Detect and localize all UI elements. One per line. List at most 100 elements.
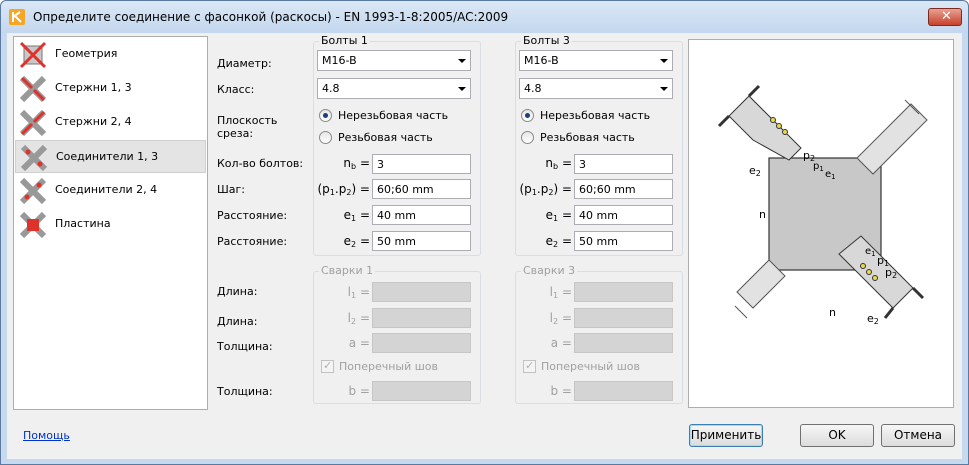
class-label: Класс:: [217, 83, 255, 96]
checkmark-icon: ✓: [525, 359, 535, 372]
sidebar-item-connectors-1-3[interactable]: Соединители 1, 3: [15, 140, 206, 173]
l1-sub: 1: [351, 291, 357, 300]
e1-sub: 1: [553, 214, 559, 223]
bolts-1-unthreaded-radio[interactable]: [319, 109, 332, 122]
l1-symbol: l1 =: [539, 285, 572, 300]
sidebar-item-members-1-3[interactable]: Стержни 1, 3: [15, 72, 206, 105]
welds-3-a-input[interactable]: [574, 333, 673, 353]
app-logo-icon: [9, 9, 25, 25]
length-l2-label: Длина:: [217, 315, 258, 328]
p-symbol: (p1.p2) =: [517, 182, 573, 197]
sidebar-item-label: Соединители 1, 3: [56, 150, 159, 163]
sidebar-item-label: Соединители 2, 4: [55, 183, 158, 196]
field-value: 3: [579, 158, 586, 171]
welds-3-transverse-checkbox[interactable]: ✓: [523, 359, 536, 373]
welds-1-b-input[interactable]: [372, 381, 471, 401]
shear-plane-label-2: среза:: [217, 127, 254, 140]
bolts-1-unthreaded-label[interactable]: Нерезьбовая часть: [338, 109, 448, 122]
field-value: 50 mm: [579, 235, 618, 248]
eq-sign: =: [561, 311, 572, 325]
bolts-1-threaded-label[interactable]: Резьбовая часть: [338, 131, 433, 144]
eq-sign: =: [359, 311, 370, 325]
sidebar-item-connectors-2-4[interactable]: Соединители 2, 4: [15, 174, 206, 207]
window-title: Определите соединение с фасонкой (раскос…: [33, 10, 509, 24]
l2-symbol: l2 =: [539, 311, 572, 326]
bolts-3-e1-input[interactable]: 40 mm: [574, 205, 673, 225]
nb-symbol: nb =: [539, 156, 572, 171]
b-symbol: b =: [348, 384, 371, 398]
diagonal-member-4: [734, 259, 786, 319]
welds-3-b-input[interactable]: [574, 381, 673, 401]
ok-button[interactable]: OK: [800, 424, 874, 447]
field-value: 50 mm: [377, 235, 416, 248]
connectors-icon: [19, 177, 47, 205]
thickness-a-label: Толщина:: [217, 340, 273, 353]
thickness-b-label: Толщина:: [217, 385, 273, 398]
welds-1-l1-input[interactable]: [372, 282, 471, 302]
bolts-1-diameter-select[interactable]: M16-B: [317, 50, 471, 71]
welds-1-transverse-checkbox[interactable]: ✓: [321, 359, 334, 373]
a-symbol: a =: [348, 336, 370, 350]
welds-1-a-input[interactable]: [372, 333, 471, 353]
help-link[interactable]: Помощь: [23, 429, 70, 442]
bolts-3-unthreaded-label[interactable]: Нерезьбовая часть: [540, 109, 650, 122]
members-icon: [19, 109, 47, 137]
dialog-window: Определите соединение с фасонкой (раскос…: [0, 0, 969, 465]
eq-sign: =: [561, 208, 572, 222]
pitch-label: Шаг:: [217, 183, 245, 196]
welds-3-l1-input[interactable]: [574, 282, 673, 302]
sidebar-item-label: Пластина: [55, 217, 111, 230]
bolt: [782, 129, 788, 135]
p-symbol: (p1.p2) =: [315, 182, 371, 197]
close-button[interactable]: ✕: [928, 8, 962, 26]
bolts-3-threaded-radio[interactable]: [521, 131, 534, 144]
dim-p2-label-3: p2: [885, 266, 897, 280]
diameter-label: Диаметр:: [217, 57, 272, 70]
bolts-1-e1-input[interactable]: 40 mm: [372, 205, 471, 225]
bolts-3-diameter-select[interactable]: M16-B: [519, 50, 673, 71]
bolts-1-e2-input[interactable]: 50 mm: [372, 231, 471, 251]
welds-1-l2-input[interactable]: [372, 308, 471, 328]
sidebar-item-geometry[interactable]: Геометрия: [15, 38, 206, 71]
selected-value: M16-B: [524, 54, 559, 67]
bolts-3-threaded-label[interactable]: Резьбовая часть: [540, 131, 635, 144]
section-list: Геометрия Стержни 1, 3 Стержни 2, 4 Соед…: [13, 36, 208, 410]
e-main: e: [343, 234, 352, 248]
dim-e2-label-3: e2: [867, 312, 879, 326]
eq-sign: =: [359, 208, 370, 222]
chevron-down-icon: [660, 59, 668, 63]
welds-3-l2-input[interactable]: [574, 308, 673, 328]
p-mid: .p: [536, 182, 549, 196]
apply-button[interactable]: Применить: [689, 424, 763, 447]
eq-sign: =: [359, 156, 370, 170]
selected-value: M16-B: [322, 54, 357, 67]
cancel-button[interactable]: Отмена: [881, 424, 955, 447]
bolts-3-pitch-input[interactable]: 60;60 mm: [574, 179, 673, 199]
welds-3-title: Сварки 3: [521, 264, 578, 277]
dim-n-label: n: [759, 208, 766, 221]
welds-1-transverse-label: Поперечный шов: [339, 360, 439, 373]
bolts-1-pitch-input[interactable]: 60;60 mm: [372, 179, 471, 199]
sidebar-item-members-2-4[interactable]: Стержни 2, 4: [15, 106, 206, 139]
e1-symbol: e1 =: [539, 208, 572, 223]
e2-symbol: e2 =: [337, 234, 370, 249]
sidebar-item-plate[interactable]: Пластина: [15, 208, 206, 241]
close-icon: ✕: [941, 9, 952, 24]
dim-n-label-3: n: [829, 306, 836, 319]
e-main: e: [545, 208, 554, 222]
bolts-1-threaded-radio[interactable]: [319, 131, 332, 144]
bolts-1-class-select[interactable]: 4.8: [317, 78, 471, 99]
title-bar[interactable]: Определите соединение с фасонкой (раскос…: [1, 1, 968, 33]
eq-sign: =: [561, 234, 572, 248]
eq-sign: =: [561, 285, 572, 299]
bolts-3-e2-input[interactable]: 50 mm: [574, 231, 673, 251]
diagonal-member-2: [856, 99, 928, 175]
bolt: [860, 263, 866, 269]
field-value: 40 mm: [579, 209, 618, 222]
p-open: (p: [519, 182, 532, 196]
bolts-3-class-select[interactable]: 4.8: [519, 78, 673, 99]
bolts-1-nb-input[interactable]: 3: [372, 154, 471, 174]
selected-value: 4.8: [524, 82, 542, 95]
bolts-3-unthreaded-radio[interactable]: [521, 109, 534, 122]
bolts-3-nb-input[interactable]: 3: [574, 154, 673, 174]
